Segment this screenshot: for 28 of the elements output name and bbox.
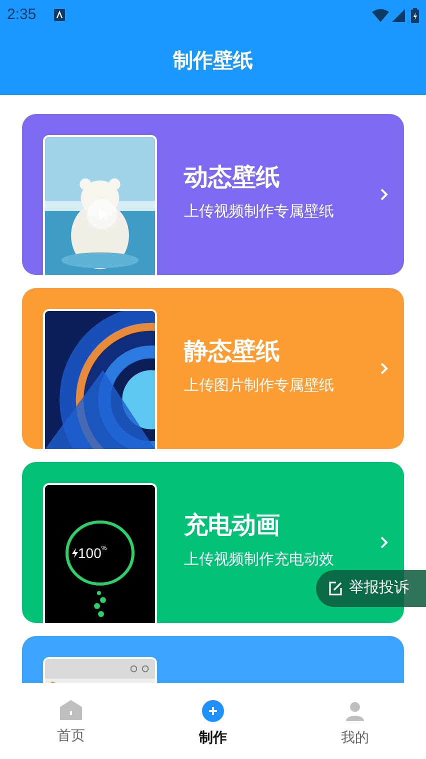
card-title: 静态壁纸 (184, 336, 281, 367)
status-time: 2:35 (7, 4, 36, 25)
charge-level: 100 (78, 545, 102, 561)
ring-icon (64, 519, 136, 587)
nav-tab[interactable]: 我的 (284, 683, 426, 759)
signal-icon (392, 8, 405, 22)
page-title: 制作壁纸 (173, 48, 253, 74)
home-icon (60, 700, 82, 720)
report-button[interactable]: 举报投诉 (316, 570, 426, 607)
battery-icon (411, 8, 419, 22)
wallpaper-card[interactable]: 动态壁纸 上传视频制作专属壁纸 (22, 114, 404, 275)
nav-tab[interactable]: 首页 (0, 683, 142, 759)
chevron-right-icon (380, 362, 388, 375)
card-subtitle: 上传图片制作专属壁纸 (184, 376, 335, 396)
bolt-icon (72, 548, 78, 558)
chevron-right-icon (380, 188, 388, 201)
chevron-right-icon (380, 536, 388, 549)
nav-tab[interactable]: 制作 (142, 683, 284, 759)
bubbles-icon (91, 590, 109, 620)
card-subtitle: 上传视频制作充电动效 (184, 550, 335, 570)
profile-icon (344, 700, 366, 722)
keyboard-icon (54, 9, 66, 21)
card-subtitle: 上传视频制作专属壁纸 (184, 202, 335, 222)
wifi-icon (372, 8, 389, 22)
card-title: 充电动画 (184, 510, 281, 541)
card-title: 动态壁纸 (184, 162, 281, 193)
plus-icon (202, 700, 224, 722)
edit-icon (328, 581, 343, 596)
